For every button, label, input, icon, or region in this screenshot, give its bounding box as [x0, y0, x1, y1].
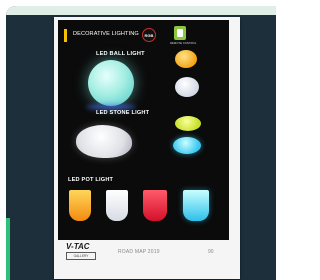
remote-control-label: REMOTE CONTROL — [170, 41, 197, 45]
pot-light-red — [143, 190, 167, 221]
rgb-badge: RGB — [142, 28, 156, 42]
pot-light-orange — [69, 190, 91, 221]
section-title-pot: LED POT LIGHT — [68, 177, 114, 183]
accent-strip — [6, 218, 10, 280]
catalog-header: DECORATIVE LIGHTING RGB REMOTE CONTROL — [64, 26, 223, 48]
page-footer: V-TAC GALLERY ROAD MAP 2019 90 — [62, 240, 230, 270]
product-photo: DECORATIVE LIGHTING RGB REMOTE CONTROL L… — [58, 20, 229, 240]
header-accent-bar — [64, 29, 67, 42]
remote-control-icon — [174, 26, 186, 40]
top-strip — [6, 6, 276, 15]
ball-light-main — [88, 60, 134, 106]
ball-light-white — [175, 77, 199, 97]
pot-light-cyan — [183, 190, 209, 221]
section-title-ball: LED BALL LIGHT — [96, 51, 145, 57]
vtac-logo: V-TAC — [66, 242, 90, 251]
roadmap-label: ROAD MAP 2019 — [118, 249, 160, 255]
stone-light-blue — [173, 137, 201, 154]
pot-light-white — [106, 190, 128, 221]
stone-light-main — [76, 125, 132, 158]
gallery-logo: GALLERY — [66, 252, 96, 260]
page-number: 90 — [208, 249, 214, 255]
ball-light-orange — [175, 50, 197, 68]
stone-light-yellow — [175, 116, 201, 131]
section-title-stone: LED STONE LIGHT — [96, 110, 150, 116]
header-label: DECORATIVE LIGHTING — [73, 31, 139, 37]
